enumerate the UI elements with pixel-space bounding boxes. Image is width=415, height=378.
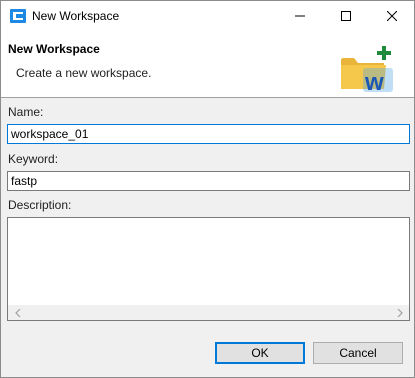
- workspace-form: Name: Keyword: Description:: [1, 99, 414, 325]
- maximize-button[interactable]: [323, 1, 368, 31]
- app-icon: [10, 9, 26, 23]
- minimize-button[interactable]: [277, 1, 322, 31]
- header-description: Create a new workspace.: [16, 66, 152, 80]
- description-box: [7, 217, 410, 321]
- description-horizontal-scrollbar[interactable]: [8, 305, 409, 320]
- window-title: New Workspace: [32, 9, 120, 23]
- scroll-left-arrow-icon[interactable]: [10, 305, 25, 320]
- close-icon: [386, 11, 397, 21]
- dialog-window: New Workspace New Workspace Create a new…: [0, 0, 415, 378]
- close-button[interactable]: [369, 1, 414, 31]
- ok-button[interactable]: OK: [215, 342, 305, 364]
- svg-text:w: w: [364, 69, 384, 95]
- name-label: Name:: [8, 105, 44, 119]
- new-workspace-folder-icon: w: [338, 45, 400, 96]
- name-field[interactable]: [7, 124, 410, 144]
- scroll-right-arrow-icon[interactable]: [392, 305, 407, 320]
- maximize-icon: [340, 11, 351, 21]
- description-field[interactable]: [8, 218, 409, 305]
- minimize-icon: [294, 15, 305, 17]
- description-label: Description:: [8, 198, 72, 212]
- title-bar[interactable]: New Workspace: [1, 1, 414, 31]
- cancel-button[interactable]: Cancel: [313, 342, 403, 364]
- header-title: New Workspace: [8, 42, 100, 56]
- dialog-header: New Workspace Create a new workspace. w: [1, 31, 414, 98]
- keyword-label: Keyword:: [8, 152, 59, 166]
- keyword-field[interactable]: [7, 171, 410, 191]
